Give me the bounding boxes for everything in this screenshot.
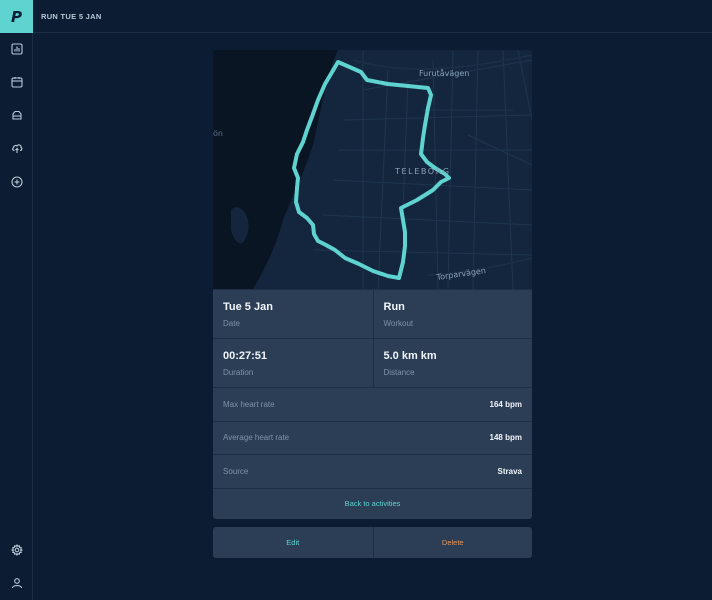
source-row: Source Strava — [213, 454, 532, 488]
max-heart-rate-value: 164 bpm — [489, 399, 522, 409]
distance-value: 5.0 km km — [383, 350, 437, 362]
route-map[interactable]: Furutåvägen TELEBORG Torparvägen ön — [213, 50, 532, 289]
delete-button[interactable]: Delete — [372, 527, 533, 558]
lake-label: ön — [213, 129, 223, 138]
district-label: TELEBORG — [394, 167, 451, 176]
bar-chart-icon — [10, 43, 23, 55]
stats-row-2: 00:27:51 Duration 5.0 km km Distance — [213, 338, 532, 387]
nav-calendar[interactable] — [0, 70, 33, 94]
source-label: Source — [223, 466, 249, 476]
nav-statistics[interactable] — [0, 37, 33, 61]
activity-card: Furutåvägen TELEBORG Torparvägen ön Tue … — [213, 50, 532, 519]
max-heart-rate-label: Max heart rate — [223, 399, 275, 409]
user-icon — [11, 578, 22, 589]
back-to-activities-label: Back to activities — [344, 499, 401, 508]
logo-letter: P — [11, 7, 22, 26]
duration-value: 00:27:51 — [223, 350, 268, 362]
app-logo[interactable]: P — [0, 0, 33, 33]
date-cell: Tue 5 Jan Date — [213, 290, 373, 338]
average-heart-rate-label: Average heart rate — [223, 433, 290, 443]
page-title: RUN TUE 5 JAN — [41, 11, 102, 21]
date-value: Tue 5 Jan — [223, 301, 273, 313]
source-value: Strava — [497, 466, 522, 476]
average-heart-rate-value: 148 bpm — [489, 433, 522, 443]
distance-cell: 5.0 km km Distance — [372, 339, 533, 387]
workout-cell: Run Workout — [372, 290, 533, 338]
cloud-upload-icon — [11, 144, 22, 153]
edit-button[interactable]: Edit — [213, 527, 373, 558]
duration-label: Duration — [223, 368, 254, 377]
calendar-icon — [10, 77, 23, 88]
back-to-activities-link[interactable]: Back to activities — [213, 487, 532, 519]
max-heart-rate-row: Max heart rate 164 bpm — [213, 387, 532, 421]
nav-sync[interactable] — [0, 136, 33, 160]
street-label-north: Furutåvägen — [419, 68, 469, 78]
nav-add-activity[interactable] — [0, 170, 33, 194]
nav-gear[interactable] — [0, 103, 33, 127]
workout-label: Workout — [383, 319, 414, 328]
date-label: Date — [223, 319, 240, 328]
stats-row-1: Tue 5 Jan Date Run Workout — [213, 289, 532, 338]
top-bar: RUN TUE 5 JAN — [33, 0, 712, 33]
shoe-icon — [11, 110, 22, 120]
action-bar: Edit Delete — [213, 527, 532, 558]
nav-settings[interactable] — [0, 538, 33, 562]
map-canvas: Furutåvägen TELEBORG Torparvägen ön — [213, 50, 532, 289]
distance-label: Distance — [383, 368, 415, 377]
nav-profile[interactable] — [0, 571, 33, 595]
gear-icon — [10, 544, 23, 556]
workout-value: Run — [383, 301, 405, 313]
plus-circle-icon — [10, 176, 23, 188]
sidebar: P — [0, 0, 33, 600]
duration-cell: 00:27:51 Duration — [213, 339, 373, 387]
average-heart-rate-row: Average heart rate 148 bpm — [213, 420, 532, 455]
